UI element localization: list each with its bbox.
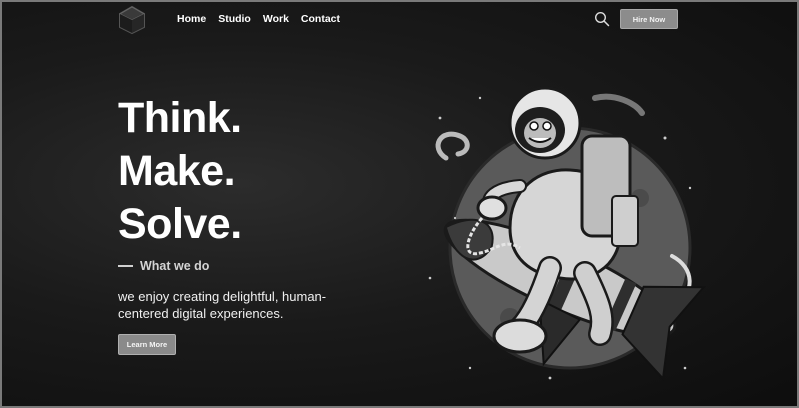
hero-title: Think. Make. Solve.: [118, 92, 242, 251]
hero-title-line-1: Think.: [118, 94, 242, 142]
hero-title-line-3: Solve.: [118, 200, 242, 248]
search-icon[interactable]: [594, 11, 610, 27]
learn-more-button[interactable]: Learn More: [118, 334, 176, 355]
cube-logo-icon[interactable]: [117, 5, 147, 35]
hero-description: we enjoy creating delightful, human-cent…: [118, 289, 327, 321]
nav-work[interactable]: Work: [263, 13, 289, 25]
section-kicker: What we do: [118, 259, 209, 273]
nav-studio[interactable]: Studio: [218, 13, 251, 25]
astronaut-riding-rocket-illustration: [428, 86, 706, 381]
site-header: Home Studio Work Contact Hire Now: [0, 0, 799, 40]
kicker-dash: [118, 265, 133, 267]
hero-title-line-2: Make.: [118, 147, 236, 195]
main-nav: Home Studio Work Contact: [177, 13, 340, 25]
hire-now-button[interactable]: Hire Now: [620, 9, 678, 29]
kicker-label: What we do: [140, 259, 210, 273]
nav-home[interactable]: Home: [177, 13, 206, 25]
nav-contact[interactable]: Contact: [301, 13, 340, 25]
